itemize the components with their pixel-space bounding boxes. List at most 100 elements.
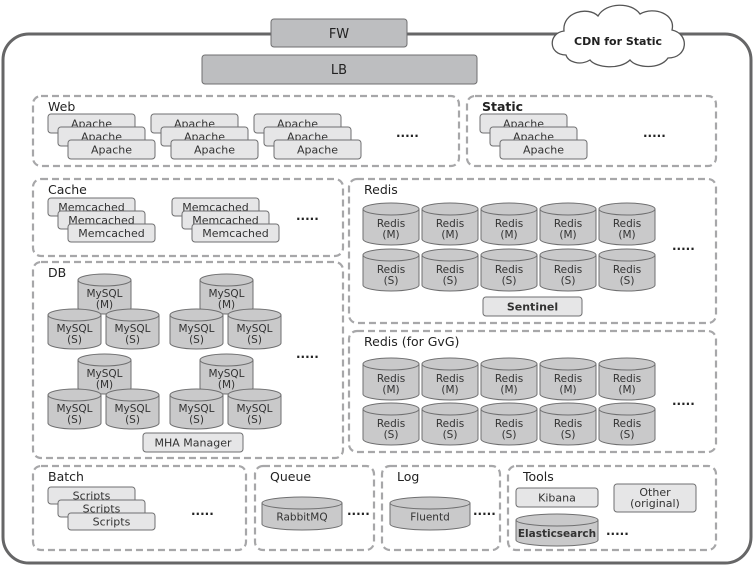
more-indicator: ..... bbox=[672, 394, 695, 408]
redis-slave-role: (S) bbox=[561, 275, 576, 287]
more-indicator: ..... bbox=[473, 504, 496, 518]
elasticsearch-label: Elasticsearch bbox=[518, 528, 596, 540]
redis-master: Redis(M) bbox=[539, 202, 597, 246]
redis-master: Redis(M) bbox=[480, 357, 538, 401]
redis-master-role: (M) bbox=[441, 384, 458, 396]
redis-gvg-group-label: Redis (for GvG) bbox=[364, 334, 459, 349]
more-indicator: ..... bbox=[191, 504, 214, 518]
lb-box: LB bbox=[201, 54, 478, 85]
redis-slave-role: (S) bbox=[384, 275, 399, 287]
mysql-slave-role: (S) bbox=[67, 334, 82, 346]
mha-manager: MHA Manager bbox=[142, 432, 244, 453]
lb-label: LB bbox=[331, 63, 347, 78]
redis-slave: Redis(S) bbox=[480, 248, 538, 292]
mysql-slave-role: (S) bbox=[247, 334, 262, 346]
redis-master-role: (M) bbox=[618, 229, 635, 241]
mha-manager-label: MHA Manager bbox=[155, 437, 232, 450]
mysql-master: MySQL(M) bbox=[199, 353, 254, 395]
cdn-cloud: CDN for Static bbox=[551, 4, 685, 68]
redis-master-role: (M) bbox=[559, 229, 576, 241]
cache-group-label: Cache bbox=[48, 182, 87, 197]
redis-master-role: (M) bbox=[618, 384, 635, 396]
apache-server-label: Apache bbox=[194, 144, 235, 157]
mysql-slave-role: (S) bbox=[247, 414, 262, 426]
redis-master-role: (M) bbox=[382, 384, 399, 396]
more-indicator: ..... bbox=[296, 209, 319, 223]
batch-group-label: Batch bbox=[48, 469, 84, 484]
fluentd: Fluentd bbox=[389, 496, 471, 531]
mysql-slave: MySQL(S) bbox=[227, 388, 282, 430]
redis-slave: Redis(S) bbox=[421, 248, 479, 292]
static-group-label: Static bbox=[482, 99, 523, 114]
redis-slave: Redis(S) bbox=[539, 402, 597, 446]
mysql-slave: MySQL(S) bbox=[169, 308, 224, 350]
redis-master: Redis(M) bbox=[598, 202, 656, 246]
mysql-slave: MySQL(S) bbox=[105, 308, 160, 350]
more-indicator: ..... bbox=[672, 239, 695, 253]
redis-slave-role: (S) bbox=[384, 429, 399, 441]
redis-slave-role: (S) bbox=[620, 429, 635, 441]
redis-slave-role: (S) bbox=[561, 429, 576, 441]
mysql-slave-role: (S) bbox=[125, 334, 140, 346]
mysql-slave: MySQL(S) bbox=[227, 308, 282, 350]
rabbitmq-label: RabbitMQ bbox=[276, 512, 327, 524]
redis-slave-role: (S) bbox=[620, 275, 635, 287]
memcached-server: Memcached bbox=[67, 223, 156, 243]
redis-slave: Redis(S) bbox=[362, 248, 420, 292]
more-indicator: ..... bbox=[643, 126, 666, 140]
kibana-label: Kibana bbox=[538, 492, 576, 505]
redis-slave-role: (S) bbox=[502, 275, 517, 287]
architecture-diagram: FW LB CDN for Static Web Apache Apache Apac… bbox=[1, 4, 753, 565]
mysql-slave-role: (S) bbox=[125, 414, 140, 426]
mysql-master-role: (M) bbox=[96, 379, 113, 391]
redis-slave: Redis(S) bbox=[598, 402, 656, 446]
log-group-label: Log bbox=[397, 469, 419, 484]
queue-group-label: Queue bbox=[270, 469, 311, 484]
redis-master: Redis(M) bbox=[539, 357, 597, 401]
apache-server-label: Apache bbox=[91, 144, 132, 157]
redis-slave: Redis(S) bbox=[539, 248, 597, 292]
web-group-label: Web bbox=[48, 99, 75, 114]
mysql-slave-role: (S) bbox=[189, 414, 204, 426]
redis-slave-role: (S) bbox=[443, 429, 458, 441]
redis-slave-role: (S) bbox=[502, 429, 517, 441]
sentinel-label: Sentinel bbox=[507, 301, 558, 314]
other-sub-label: (original) bbox=[630, 497, 680, 510]
redis-slave-role: (S) bbox=[443, 275, 458, 287]
static-apache-server-label: Apache bbox=[523, 144, 564, 157]
cdn-label: CDN for Static bbox=[574, 35, 662, 48]
redis-master-role: (M) bbox=[500, 384, 517, 396]
redis-master-role: (M) bbox=[559, 384, 576, 396]
mysql-master-role: (M) bbox=[218, 299, 235, 311]
redis-group: RedisRedis(M)Redis(S)Redis(M)Redis(S)Red… bbox=[347, 177, 718, 325]
apache-server: Apache bbox=[170, 139, 259, 160]
apache-server: Apache bbox=[273, 139, 362, 160]
more-indicator: ..... bbox=[606, 524, 629, 538]
redis-slave: Redis(S) bbox=[421, 402, 479, 446]
static-group: StaticApacheApacheApache..... bbox=[465, 94, 718, 168]
redis-gvg-group: Redis (for GvG)Redis(M)Redis(S)Redis(M)R… bbox=[347, 329, 718, 454]
static-apache-server: Apache bbox=[499, 139, 588, 160]
redis-master: Redis(M) bbox=[421, 357, 479, 401]
redis-group-label: Redis bbox=[364, 182, 398, 197]
redis-slave: Redis(S) bbox=[598, 248, 656, 292]
memcached-server: Memcached bbox=[191, 223, 280, 243]
redis-master-role: (M) bbox=[500, 229, 517, 241]
kibana: Kibana bbox=[515, 487, 599, 508]
more-indicator: ..... bbox=[396, 126, 419, 140]
log-group: Log Fluentd..... bbox=[380, 464, 502, 552]
mysql-slave: MySQL(S) bbox=[169, 388, 224, 430]
memcached-server-label: Memcached bbox=[202, 227, 269, 240]
rabbitmq: RabbitMQ bbox=[261, 496, 343, 531]
web-group: WebApacheApacheApacheApacheApacheApacheA… bbox=[31, 94, 461, 168]
redis-master: Redis(M) bbox=[362, 202, 420, 246]
redis-master: Redis(M) bbox=[598, 357, 656, 401]
tools-group-label: Tools bbox=[522, 469, 554, 484]
memcached-server-label: Memcached bbox=[78, 227, 145, 240]
tools-group: Tools Kibana Other(original) Elasticsearch.… bbox=[506, 464, 718, 552]
redis-master-role: (M) bbox=[441, 229, 458, 241]
mysql-slave: MySQL(S) bbox=[47, 388, 102, 430]
db-group-label: DB bbox=[48, 265, 66, 280]
batch-group: BatchScriptsScriptsScripts..... bbox=[31, 464, 248, 552]
sentinel: Sentinel bbox=[482, 296, 583, 317]
